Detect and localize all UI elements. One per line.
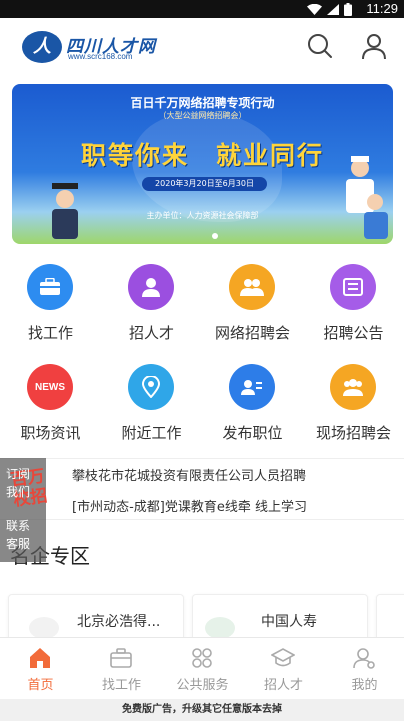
banner-subtitle: （大型公益网络招聘会） [158,111,247,120]
company-cards: 北京必浩得... 中国人寿 [0,588,404,644]
nav-label: 公共服务 [176,678,229,693]
company-name: 中国人寿 [261,614,317,630]
post-job-icon [229,364,275,410]
nav-mine[interactable]: 我的 [324,638,404,700]
battery-icon [344,3,352,16]
shortcut-label: 附近工作 [121,424,182,442]
nav-label: 招人才 [263,678,303,693]
bottom-nav: 首页 找工作 公共服务 招人才 我的 [0,637,404,699]
wifi-icon [307,4,322,15]
profile-button[interactable] [360,32,388,60]
graduate-illustration [52,183,78,239]
shortcut-label: 职场资讯 [20,424,81,442]
shortcut-recruit[interactable]: 招人才 [101,252,202,352]
shortcut-label: 发布职位 [222,424,283,442]
banner-date: 2020年3月20日至6月30日 [142,177,267,191]
workers-illustration [346,156,388,239]
status-bar: 11:29 [0,0,404,18]
shortcut-career-news[interactable]: NEWS 职场资讯 [0,352,101,452]
shortcut-label: 现场招聘会 [315,424,391,442]
crowd-icon [330,364,376,410]
nav-find-job[interactable]: 找工作 [81,638,162,700]
nav-label: 我的 [351,678,378,693]
nav-home[interactable]: 首页 [0,638,81,700]
announcement-icon [330,264,376,310]
nav-label: 首页 [27,678,54,693]
service-label: 客服 [6,537,31,551]
person-badge-icon [128,264,174,310]
user-icon [353,648,375,669]
grid-icon [192,648,212,668]
logo-url: www.scrc168.com [68,52,133,61]
graduation-cap-icon [271,648,295,667]
shortcut-onsite-fair[interactable]: 现场招聘会 [303,352,404,452]
shortcut-label: 招人才 [128,324,174,342]
ad-footer: 免费版广告，升级其它任意版本去掉 [0,699,404,721]
carousel-indicator[interactable] [212,233,218,239]
shortcut-online-fair[interactable]: 网络招聘会 [202,252,303,352]
group-icon [229,264,275,310]
company-name: 北京必浩得... [77,614,161,630]
shortcut-label: 找工作 [27,324,73,342]
shortcut-label: 网络招聘会 [214,324,290,342]
shortcut-label: 招聘公告 [323,324,384,342]
news-icon: NEWS [27,364,73,410]
banner-title: 百日千万网络招聘专项行动 [130,96,275,110]
us-label: 我们 [6,485,31,499]
subscribe-label[interactable]: 订阅 [6,466,38,482]
company-logo [205,617,235,639]
shortcut-nearby-jobs[interactable]: 附近工作 [101,352,202,452]
home-icon [30,648,50,668]
briefcase-icon [110,648,132,668]
company-logo [29,617,59,639]
nav-label: 找工作 [101,678,141,693]
shortcut-grid: 找工作 招人才 网络招聘会 招聘公告 NEWS 职场资讯 附近工作 发布职位 现… [0,252,404,452]
shortcut-post-job[interactable]: 发布职位 [202,352,303,452]
briefcase-icon [27,264,73,310]
nav-public-service[interactable]: 公共服务 [162,638,243,700]
shortcut-announcements[interactable]: 招聘公告 [303,252,404,352]
promo-banner[interactable]: 百日千万网络招聘专项行动 （大型公益网络招聘会） 职等你来 就业同行 2020年… [12,84,393,244]
search-icon [308,34,332,58]
user-icon [362,34,386,60]
nav-recruit[interactable]: 招人才 [243,638,324,700]
ticker-item[interactable]: [市州动态-成都]党课教育e线牵 线上学习 [72,496,307,515]
contact-label[interactable]: 联系 [6,518,38,534]
shortcut-find-job[interactable]: 找工作 [0,252,101,352]
status-time: 11:29 [366,1,398,16]
signal-icon [327,4,339,15]
logo-mark: 人 [22,31,62,63]
app-header: 人 四川人才网 www.scrc168.com [0,18,404,74]
floating-ad[interactable]: 百万校招 订阅 我们 联系 客服 [0,458,49,562]
ticker-item[interactable]: 攀枝花市花城投资有限责任公司人员招聘 [72,465,306,484]
search-button[interactable] [306,32,334,60]
news-ticker: 攀枝花市花城投资有限责任公司人员招聘 [市州动态-成都]党课教育e线牵 线上学习 [0,458,404,520]
location-icon [128,364,174,410]
